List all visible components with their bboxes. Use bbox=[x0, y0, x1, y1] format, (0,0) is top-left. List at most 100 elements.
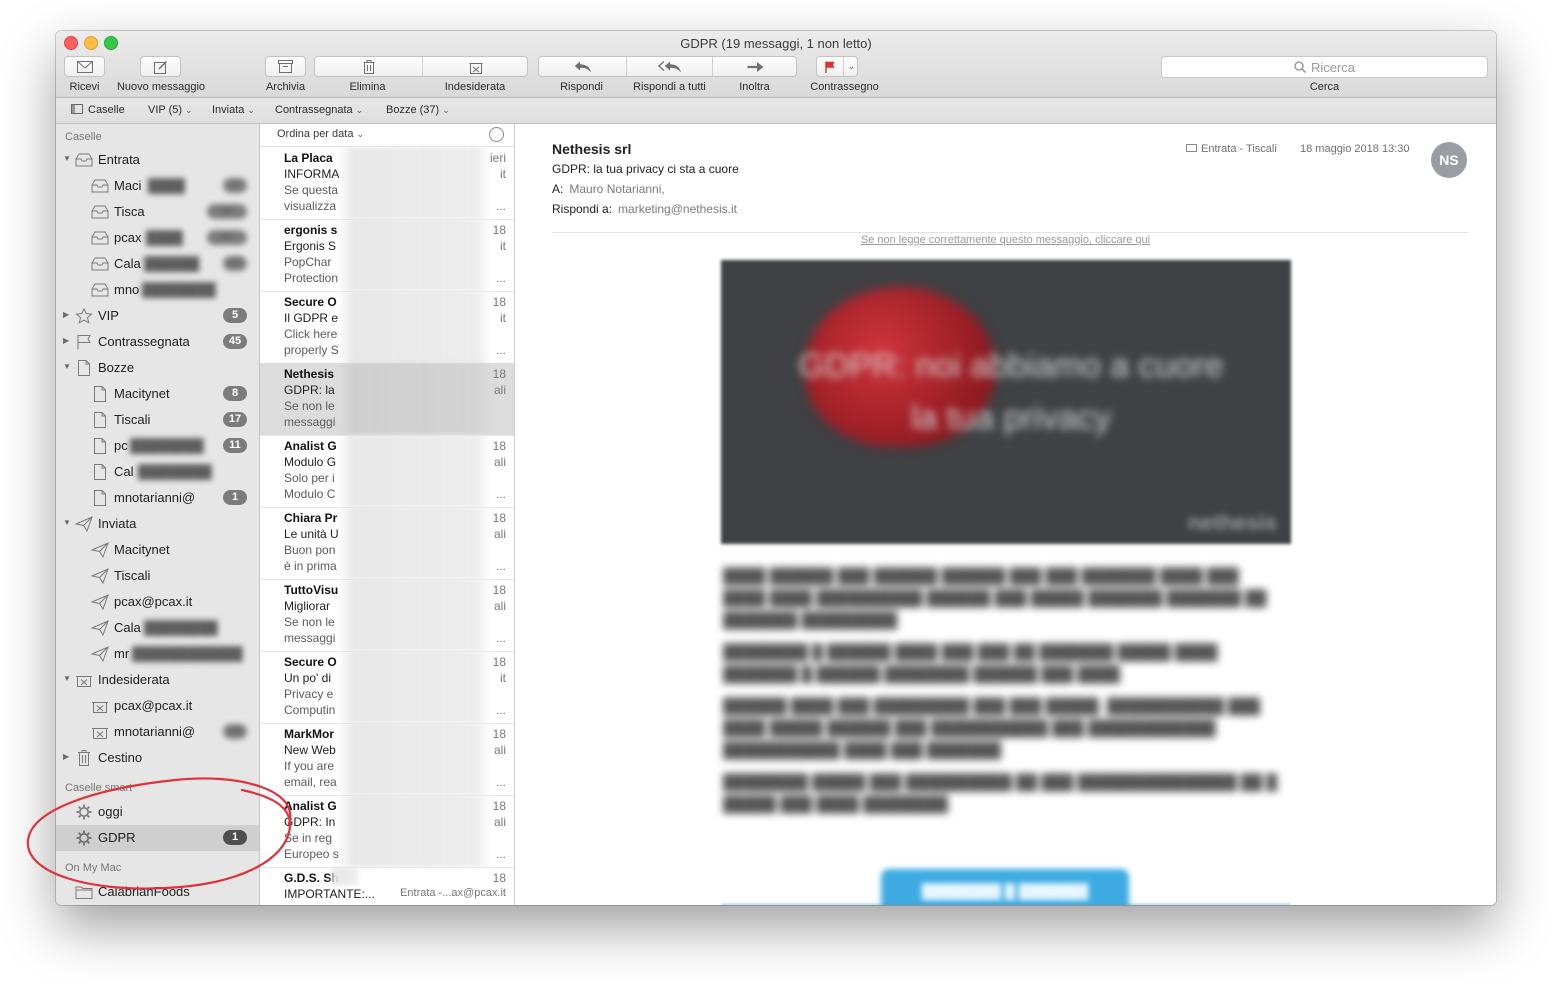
message-row[interactable]: ergonis s Ergonis S PopChar Protection 18 it.… bbox=[260, 219, 514, 292]
sort-menu[interactable]: Ordina per data ⌄ bbox=[277, 128, 364, 140]
sidebar-item-inbox-account[interactable]: pcax ████ 00 bbox=[56, 225, 259, 251]
junk-button[interactable] bbox=[423, 57, 529, 76]
sender-name[interactable]: Nethesis srl bbox=[552, 141, 631, 157]
star-icon bbox=[75, 308, 93, 324]
delete-button[interactable] bbox=[315, 57, 422, 76]
junk-icon bbox=[92, 728, 108, 739]
sidebar-item-inbox-account[interactable]: mno ████████ bbox=[56, 277, 259, 303]
fav-flagged-label: Contrassegnata bbox=[275, 104, 353, 116]
sidebar-item-local-folder[interactable]: CalabrianFoods bbox=[56, 879, 259, 905]
message-date: 18 bbox=[492, 727, 506, 741]
redacted-text: ████████ bbox=[138, 464, 212, 479]
search-input[interactable]: Ricerca bbox=[1161, 56, 1488, 78]
view-online-link[interactable]: Se non legge correttamente questo messag… bbox=[515, 234, 1496, 246]
fav-flagged[interactable]: Contrassegnata ⌄ bbox=[275, 104, 363, 116]
continue-reading-button[interactable]: ████████ █ ███████ bbox=[881, 869, 1129, 905]
count-badge: 45 bbox=[223, 334, 247, 349]
message-row[interactable]: G.D.S. Sh IMPORTANTE:... 18 Entrata -...ax@… bbox=[260, 867, 514, 905]
message-row[interactable]: Chiara Pr Le unità U Buon pon è in prima 18 a… bbox=[260, 507, 514, 580]
unread-badge: 00 bbox=[223, 256, 247, 271]
sidebar-item-drafts-account[interactable]: Macitynet 8 bbox=[56, 381, 259, 407]
sidebar-item-sent-account[interactable]: Macitynet bbox=[56, 537, 259, 563]
get-mail-label: Ricevi bbox=[69, 81, 100, 93]
flag-menu-chevron-icon[interactable]: ⌄ bbox=[844, 57, 859, 76]
sidebar-item-sent-account[interactable]: mr ████████████ bbox=[56, 641, 259, 667]
ellipsis: ... bbox=[495, 703, 506, 717]
sidebar-item-label: Bozze bbox=[98, 360, 135, 375]
hero-text: GDPR: noi abbiamo a cuore la tua privacy bbox=[798, 347, 1224, 437]
sidebar-item-smart-gdpr[interactable]: GDPR 1 bbox=[56, 825, 259, 851]
sidebar-item-drafts[interactable]: ▼ Bozze bbox=[56, 355, 259, 381]
gear-icon bbox=[76, 804, 92, 820]
message-date: 18 bbox=[492, 799, 506, 813]
sidebar-item-drafts-account[interactable]: Cal ████████ bbox=[56, 459, 259, 485]
message-date: 18 bbox=[492, 583, 506, 597]
chevron-down-icon: ⌄ bbox=[442, 105, 450, 115]
sidebar-item-label: Contrassegnata bbox=[98, 334, 190, 349]
fav-vip[interactable]: VIP (5) ⌄ bbox=[148, 104, 193, 116]
redaction-blur bbox=[338, 435, 492, 507]
redacted-text: ████████ bbox=[144, 620, 218, 635]
sidebar-item-inbox-account[interactable]: Maci ████ 0 bbox=[56, 173, 259, 199]
message-list-header: Ordina per data ⌄ bbox=[260, 124, 514, 147]
sidebar-item-smart-today[interactable]: oggi bbox=[56, 799, 259, 825]
sidebar-item-label: VIP bbox=[98, 308, 119, 323]
flag-button[interactable] bbox=[817, 57, 843, 76]
sidebar-item-sent-account[interactable]: Cala ████████ bbox=[56, 615, 259, 641]
new-message-label: Nuovo messaggio bbox=[116, 81, 206, 93]
disclosure-open-icon: ▼ bbox=[63, 154, 71, 163]
message-row[interactable]: Secure O Il GDPR e Click here properly S 18 i… bbox=[260, 291, 514, 364]
sidebar-item-sent-account[interactable]: Tiscali bbox=[56, 563, 259, 589]
sidebar-item-sent[interactable]: ▼ Inviata bbox=[56, 511, 259, 537]
message-row[interactable]: Nethesis GDPR: la Se non le messaggi 18 ali bbox=[260, 363, 514, 436]
sidebar-item-junk-account[interactable]: pcax@pcax.it bbox=[56, 693, 259, 719]
sidebar-item-drafts-account[interactable]: Tiscali 17 bbox=[56, 407, 259, 433]
fav-drafts[interactable]: Bozze (37) ⌄ bbox=[386, 104, 450, 116]
unread-badge: 0 bbox=[223, 178, 247, 193]
reply-to-line: Rispondi a: marketing@nethesis.it bbox=[552, 202, 737, 216]
sidebar-item-vip[interactable]: ▶ VIP 5 bbox=[56, 303, 259, 329]
inbox-icon bbox=[91, 283, 109, 297]
filter-icon[interactable] bbox=[489, 127, 504, 142]
archive-button[interactable] bbox=[265, 56, 306, 77]
get-mail-button[interactable] bbox=[64, 56, 105, 77]
sidebar-item-drafts-account[interactable]: mnotarianni@ 1 bbox=[56, 485, 259, 511]
message-row[interactable]: La Placa INFORMA Se questa visualizza ieri it… bbox=[260, 147, 514, 220]
sidebar-item-junk[interactable]: ▼ Indesiderata bbox=[56, 667, 259, 693]
message-row[interactable]: MarkMor New Web If you are email, rea 18 ali.… bbox=[260, 723, 514, 796]
recipient[interactable]: Mauro Notarianni, bbox=[569, 182, 664, 196]
disclosure-open-icon: ▼ bbox=[63, 362, 71, 371]
sidebar-item-label: mnotarianni@ bbox=[114, 490, 196, 505]
to-label: A: bbox=[552, 182, 564, 196]
sidebar-item-drafts-account[interactable]: pc ████████ 11 bbox=[56, 433, 259, 459]
junk-icon bbox=[76, 676, 92, 687]
inbox-icon bbox=[91, 231, 109, 245]
mailbox-tag: ali bbox=[493, 599, 506, 613]
sidebar-item-flagged[interactable]: ▶ Contrassegnata 45 bbox=[56, 329, 259, 355]
redacted-text: ████████ bbox=[142, 282, 216, 297]
sidebar-item-trash[interactable]: ▶ Cestino bbox=[56, 745, 259, 771]
ellipsis: ... bbox=[495, 559, 506, 573]
sender-name: G.D.S. Sh bbox=[284, 871, 339, 885]
sidebar-item-inbox-account[interactable]: Cala ██████ 00 bbox=[56, 251, 259, 277]
reply-all-button[interactable] bbox=[627, 57, 712, 76]
message-row[interactable]: TuttoVisu Migliorar Se non le messaggi 18 ali… bbox=[260, 579, 514, 652]
sidebar-item-label: mr bbox=[114, 646, 130, 661]
sidebar-item-inbox[interactable]: ▼ Entrata bbox=[56, 147, 259, 173]
sidebar-section-smart: Caselle smart bbox=[65, 782, 133, 794]
sidebar-item-sent-account[interactable]: pcax@pcax.it bbox=[56, 589, 259, 615]
redaction-blur bbox=[330, 867, 360, 885]
show-mailboxes-button[interactable]: Caselle bbox=[71, 104, 125, 116]
forward-button[interactable] bbox=[713, 57, 798, 76]
new-message-button[interactable] bbox=[140, 56, 181, 77]
message-row[interactable]: Analist G Modulo G Solo per i Modulo C 18 ali… bbox=[260, 435, 514, 508]
sidebar-item-inbox-account[interactable]: Tisca 00 bbox=[56, 199, 259, 225]
sidebar-item-label: Indesiderata bbox=[98, 672, 170, 687]
message-row[interactable]: Secure O Un po' di Privacy e Computin 18 it..… bbox=[260, 651, 514, 724]
message-row[interactable]: Analist G GDPR: In Se in reg Europeo s 18 ali… bbox=[260, 795, 514, 868]
reply-button[interactable] bbox=[539, 57, 626, 76]
fav-sent[interactable]: Inviata ⌄ bbox=[212, 104, 255, 116]
header-divider bbox=[552, 232, 1468, 233]
reply-to-address[interactable]: marketing@nethesis.it bbox=[618, 202, 737, 216]
sidebar-item-junk-account[interactable]: mnotarianni@ 10 bbox=[56, 719, 259, 745]
